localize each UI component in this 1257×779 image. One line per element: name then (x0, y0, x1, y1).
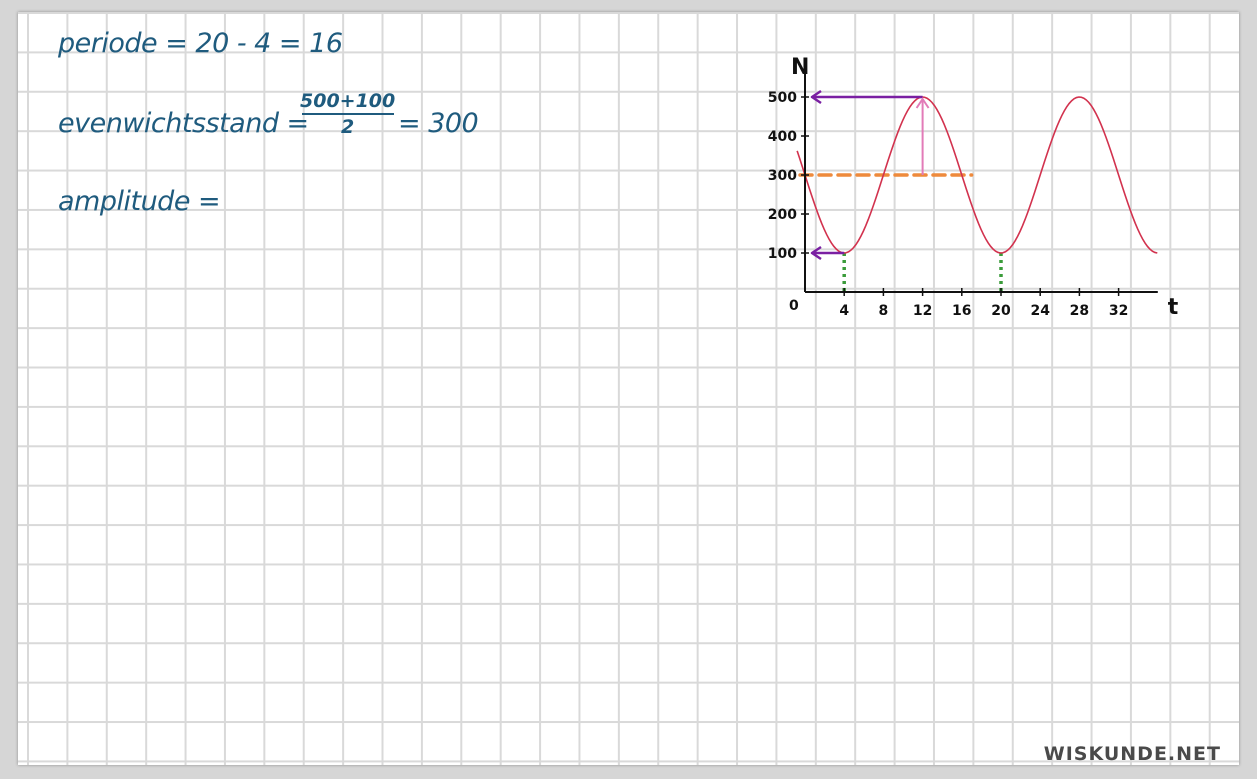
y-tick-label-100: 100 (768, 246, 797, 262)
equilibrium-result: = 300 (398, 108, 479, 139)
origin-label: 0 (789, 298, 799, 314)
x-axis-label: t (1168, 295, 1179, 320)
fraction-denominator: 2 (341, 116, 355, 138)
fraction-numerator: 500+100 (300, 90, 396, 112)
x-tick-label-16: 16 (952, 303, 971, 319)
period-equation: periode = 20 - 4 = 16 (58, 28, 343, 59)
fraction-bar (301, 113, 394, 115)
equilibrium-fraction: 500+100 2 (300, 90, 395, 138)
x-tick-label-28: 28 (1070, 303, 1089, 319)
y-tick-label-200: 200 (768, 207, 797, 223)
y-tick-label-400: 400 (768, 129, 797, 145)
amplitude-equation: amplitude = (58, 186, 221, 217)
brand-logo: WISKUNDE.NET (1043, 743, 1221, 765)
x-tick-label-20: 20 (991, 303, 1011, 319)
equilibrium-label: evenwichtsstand = (58, 108, 309, 139)
x-tick-label-8: 8 (879, 303, 889, 319)
sine-chart: Nt 0 4 8 12 16 20 24 28 32 100 200 300 400 500 (768, 55, 1179, 320)
y-axis-label: N (791, 55, 809, 80)
x-tick-label-4: 4 (839, 303, 849, 319)
x-tick-label-24: 24 (1030, 303, 1050, 319)
y-tick-label-500: 500 (768, 90, 797, 106)
x-tick-label-32: 32 (1109, 303, 1128, 319)
y-tick-label-300: 300 (768, 168, 797, 184)
x-tick-label-12: 12 (913, 303, 932, 319)
